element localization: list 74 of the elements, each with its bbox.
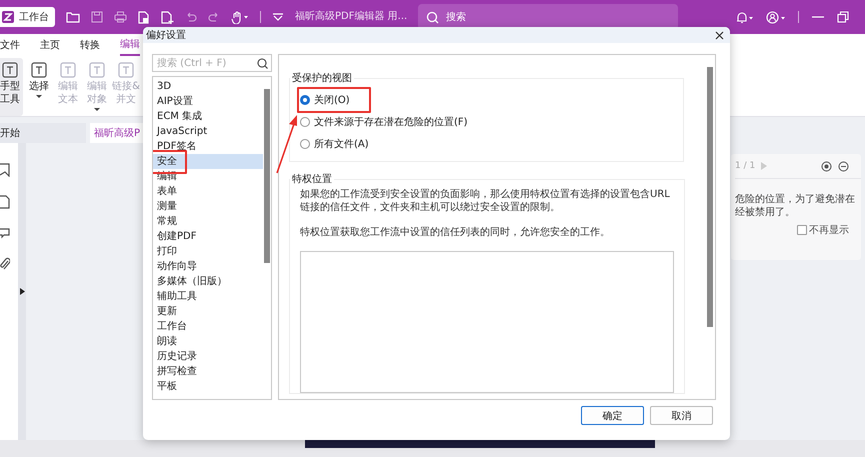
close-icon[interactable] xyxy=(715,30,724,40)
logo-icon xyxy=(2,11,14,23)
expand-arrow-icon[interactable] xyxy=(20,288,24,295)
redo-icon[interactable] xyxy=(208,11,220,23)
radio-option[interactable]: 文件来源于存在潜在危险的位置(F) xyxy=(300,115,468,129)
description-text: 如果您的工作流受到安全设置的负面影响，那么使用特权位置有选择的设置包含URL链接的信任文件，文件夹和主机可以绕过安全设置的限制。 xyxy=(300,188,671,214)
group-title: 受保护的视图 xyxy=(290,71,354,85)
category-item[interactable]: 平板 xyxy=(153,379,263,394)
group-title: 特权位置 xyxy=(290,172,334,186)
collapse-icon[interactable] xyxy=(838,160,849,172)
text-icon xyxy=(29,60,49,80)
radio-option[interactable]: 所有文件(A) xyxy=(300,137,369,151)
category-item[interactable]: 朗读 xyxy=(153,334,263,349)
search-icon xyxy=(426,11,440,24)
ribbon-tab[interactable]: 主页 xyxy=(40,35,60,55)
category-item[interactable]: 测量 xyxy=(153,199,263,214)
restore-icon[interactable] xyxy=(837,11,849,23)
category-item[interactable]: 更新 xyxy=(153,304,263,319)
document-tab[interactable]: 福昕高级P xyxy=(90,123,143,143)
category-item[interactable]: 拼写检查 xyxy=(153,364,263,379)
category-item[interactable]: 动作向导 xyxy=(153,259,263,274)
save-icon[interactable] xyxy=(91,11,103,23)
category-item[interactable]: AIP设置 xyxy=(153,94,263,109)
category-item[interactable]: 打印 xyxy=(153,244,263,259)
dont-show-checkbox[interactable]: 不再显示 xyxy=(797,223,849,237)
scrollbar-thumb[interactable] xyxy=(264,89,270,263)
paperclip-icon[interactable] xyxy=(0,257,10,271)
category-item[interactable]: PDF签名 xyxy=(153,139,263,154)
ok-button[interactable]: 确定 xyxy=(581,406,644,425)
category-item[interactable]: 常规 xyxy=(153,214,263,229)
category-item[interactable]: JavaScript xyxy=(153,124,263,139)
scrollbar-thumb[interactable] xyxy=(707,67,713,327)
search-icon xyxy=(257,58,268,69)
category-item[interactable]: 历史记录 xyxy=(153,349,263,364)
document-icon[interactable] xyxy=(138,10,150,24)
page-icon[interactable] xyxy=(0,195,10,209)
radio-option[interactable]: 关闭(O) xyxy=(300,93,350,107)
category-item[interactable]: 3D xyxy=(153,79,263,94)
description-text: 特权位置获取您工作流中设置的信任列表的同时，允许您安全的工作。 xyxy=(300,226,611,239)
print-icon[interactable] xyxy=(114,11,127,23)
category-item[interactable]: 表单 xyxy=(153,184,263,199)
document-tab[interactable]: 开始 xyxy=(0,123,86,143)
search-field[interactable]: 搜索 (Ctrl + F) xyxy=(152,54,272,72)
user-icon[interactable] xyxy=(766,10,786,24)
dialog-title: 偏好设置 xyxy=(146,28,186,42)
comment-icon[interactable] xyxy=(0,227,10,239)
category-item[interactable]: 创建PDF xyxy=(153,229,263,244)
category-item[interactable]: 辅助工具 xyxy=(153,289,263,304)
category-item[interactable]: ECM 集成 xyxy=(153,109,263,124)
text-icon xyxy=(116,60,136,80)
bookmark-icon[interactable] xyxy=(0,163,10,177)
category-item[interactable]: 工作台 xyxy=(153,319,263,334)
new-document-icon[interactable] xyxy=(161,10,174,24)
category-item[interactable]: 多媒体（旧版） xyxy=(153,274,263,289)
ribbon-tool[interactable]: 选择 xyxy=(26,58,52,116)
page-counter: 1 / 1 xyxy=(735,161,756,171)
notification-message: 危险的位置，为了避免潜在 xyxy=(735,193,855,206)
folder-icon[interactable] xyxy=(66,11,80,23)
document-title: 福昕高级PDF编辑器 用... xyxy=(295,11,408,23)
chevron-down-icon[interactable] xyxy=(272,12,284,22)
category-item[interactable]: 安全 xyxy=(153,154,263,169)
workbench-button[interactable]: 工作台 xyxy=(0,7,55,27)
ribbon-tab[interactable]: 转换 xyxy=(80,35,100,55)
bell-icon[interactable] xyxy=(736,10,754,24)
hand-icon[interactable] xyxy=(231,10,249,24)
ribbon-tab[interactable]: 文件 xyxy=(0,35,20,55)
text-icon xyxy=(58,60,78,80)
ribbon-tool[interactable]: 手型 工具 xyxy=(0,58,23,116)
notification-message: 经被禁用了。 xyxy=(735,206,795,219)
cancel-button[interactable]: 取消 xyxy=(650,406,713,425)
undo-icon[interactable] xyxy=(185,11,197,23)
text-icon xyxy=(87,60,107,80)
text-icon xyxy=(0,60,20,80)
target-icon[interactable] xyxy=(821,160,832,172)
